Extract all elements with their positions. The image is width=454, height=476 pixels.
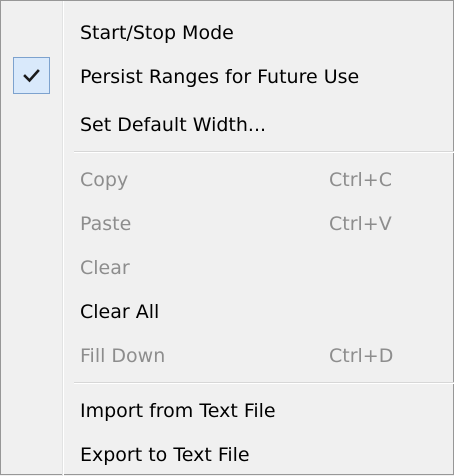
menu-item-shortcut: Ctrl+D — [329, 345, 394, 367]
menu-item-label: Paste — [80, 213, 132, 235]
menu-item-shortcut: Ctrl+V — [329, 213, 392, 235]
menu-item-copy[interactable]: Copy Ctrl+C — [1, 160, 454, 200]
menu-item-clear[interactable]: Clear — [1, 248, 454, 288]
menu-item-label: Set Default Width... — [80, 114, 267, 136]
context-menu: Start/Stop Mode Persist Ranges for Futur… — [0, 0, 454, 476]
menu-item-label: Copy — [80, 169, 129, 191]
menu-item-label: Persist Ranges for Future Use — [80, 66, 360, 88]
menu-item-fill-down[interactable]: Fill Down Ctrl+D — [1, 336, 454, 376]
menu-item-set-default-width[interactable]: Set Default Width... — [1, 105, 454, 145]
menu-item-paste[interactable]: Paste Ctrl+V — [1, 204, 454, 244]
menu-item-clear-all[interactable]: Clear All — [1, 292, 454, 332]
menu-item-shortcut: Ctrl+C — [329, 169, 392, 191]
menu-item-label: Clear All — [80, 301, 160, 323]
menu-item-label: Start/Stop Mode — [80, 22, 234, 44]
menu-item-label: Fill Down — [80, 345, 166, 367]
menu-item-persist-ranges[interactable]: Persist Ranges for Future Use — [1, 57, 454, 97]
menu-separator — [74, 151, 454, 153]
menu-item-start-stop-mode[interactable]: Start/Stop Mode — [1, 13, 454, 53]
menu-item-export-to-text-file[interactable]: Export to Text File — [1, 435, 454, 475]
menu-item-label: Clear — [80, 257, 130, 279]
menu-item-label: Export to Text File — [80, 444, 250, 466]
menu-item-import-from-text-file[interactable]: Import from Text File — [1, 391, 454, 431]
menu-separator — [74, 382, 454, 384]
menu-item-label: Import from Text File — [80, 400, 276, 422]
